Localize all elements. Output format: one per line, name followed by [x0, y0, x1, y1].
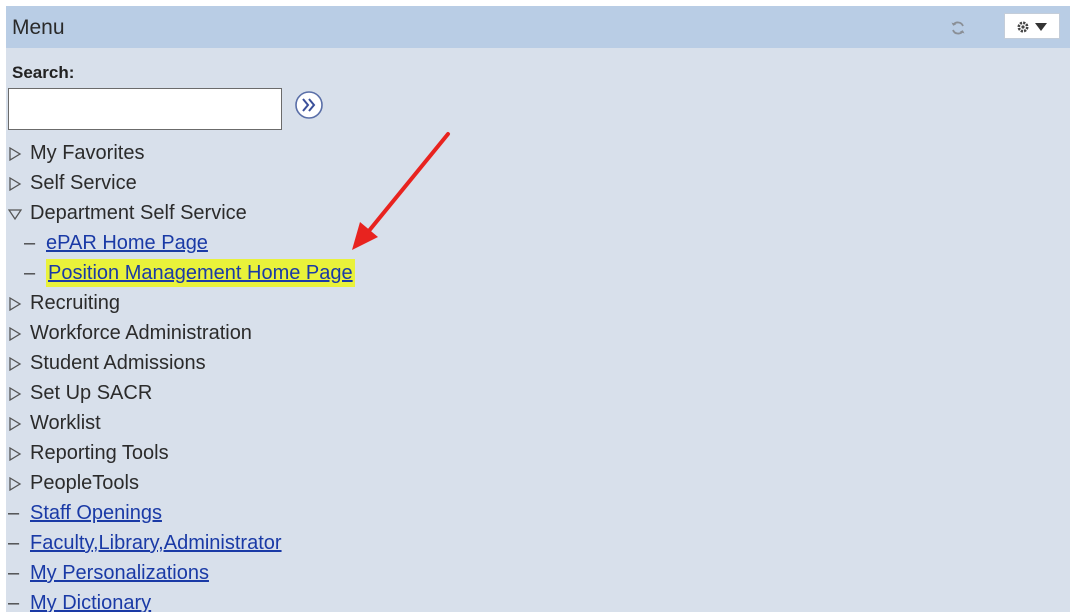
menu-header: Menu: [6, 6, 1070, 48]
options-menu-button[interactable]: [1004, 13, 1060, 39]
double-chevron-right-icon: [295, 91, 323, 119]
expand-triangle-icon[interactable]: [8, 439, 30, 467]
menu-item-my-dictionary: – My Dictionary: [8, 588, 355, 612]
expand-triangle-icon[interactable]: [8, 139, 30, 167]
leaf-dash-icon: –: [8, 592, 20, 612]
expand-triangle-icon[interactable]: [8, 169, 30, 197]
menu-item-reporting-tools[interactable]: Reporting Tools: [8, 438, 355, 468]
menu-item-department-self-service[interactable]: Department Self Service: [8, 198, 355, 228]
menu-title: Menu: [12, 16, 65, 39]
expand-triangle-icon[interactable]: [8, 379, 30, 407]
menu-item-label: Department Self Service: [30, 202, 247, 224]
collapse-triangle-icon[interactable]: [8, 199, 30, 227]
menu-item-self-service[interactable]: Self Service: [8, 168, 355, 198]
position-management-home-page-link[interactable]: Position Management Home Page: [46, 259, 355, 287]
menu-item-label: Workforce Administration: [30, 322, 252, 344]
expand-triangle-icon[interactable]: [8, 289, 30, 317]
menu-item-label: Recruiting: [30, 292, 121, 314]
search-go-button[interactable]: [294, 90, 324, 120]
faculty-library-administrator-link[interactable]: Faculty,Library,Administrator: [30, 529, 282, 557]
menu-item-peopletools[interactable]: PeopleTools: [8, 468, 355, 498]
menu-item-workforce-administration[interactable]: Workforce Administration: [8, 318, 355, 348]
expand-triangle-icon[interactable]: [8, 349, 30, 377]
menu-item-label: My Favorites: [30, 142, 145, 164]
menu-item-worklist[interactable]: Worklist: [8, 408, 355, 438]
expand-triangle-icon[interactable]: [8, 469, 30, 497]
menu-item-position-management-home-page: – Position Management Home Page: [8, 258, 355, 288]
gear-dropdown-icon: [1017, 21, 1047, 33]
menu-item-faculty-library-administrator: – Faculty,Library,Administrator: [8, 528, 355, 558]
leaf-dash-icon: –: [8, 502, 20, 524]
menu-item-label: Set Up SACR: [30, 382, 153, 404]
epar-home-page-link[interactable]: ePAR Home Page: [46, 229, 208, 257]
menu-item-recruiting[interactable]: Recruiting: [8, 288, 355, 318]
menu-item-my-favorites[interactable]: My Favorites: [8, 138, 355, 168]
leaf-dash-icon: –: [24, 262, 36, 284]
my-dictionary-link[interactable]: My Dictionary: [30, 589, 151, 612]
menu-list: My Favorites Self Service Department Sel…: [8, 138, 355, 612]
my-personalizations-link[interactable]: My Personalizations: [30, 559, 209, 587]
menu-item-staff-openings: – Staff Openings: [8, 498, 355, 528]
menu-panel: Menu Search: My Favorites Self Service D…: [6, 6, 1070, 612]
menu-item-label: Student Admissions: [30, 352, 206, 374]
menu-item-label: PeopleTools: [30, 472, 139, 494]
expand-triangle-icon[interactable]: [8, 409, 30, 437]
menu-item-label: Reporting Tools: [30, 442, 169, 464]
search-input[interactable]: [8, 88, 282, 130]
menu-item-label: Self Service: [30, 172, 137, 194]
menu-item-label: Worklist: [30, 412, 101, 434]
refresh-icon[interactable]: [950, 20, 966, 36]
staff-openings-link[interactable]: Staff Openings: [30, 499, 162, 527]
expand-triangle-icon[interactable]: [8, 319, 30, 347]
search-label: Search:: [12, 63, 75, 82]
leaf-dash-icon: –: [24, 232, 36, 254]
menu-item-student-admissions[interactable]: Student Admissions: [8, 348, 355, 378]
menu-item-set-up-sacr[interactable]: Set Up SACR: [8, 378, 355, 408]
leaf-dash-icon: –: [8, 532, 20, 554]
menu-item-epar-home-page: – ePAR Home Page: [8, 228, 355, 258]
menu-item-my-personalizations: – My Personalizations: [8, 558, 355, 588]
leaf-dash-icon: –: [8, 562, 20, 584]
